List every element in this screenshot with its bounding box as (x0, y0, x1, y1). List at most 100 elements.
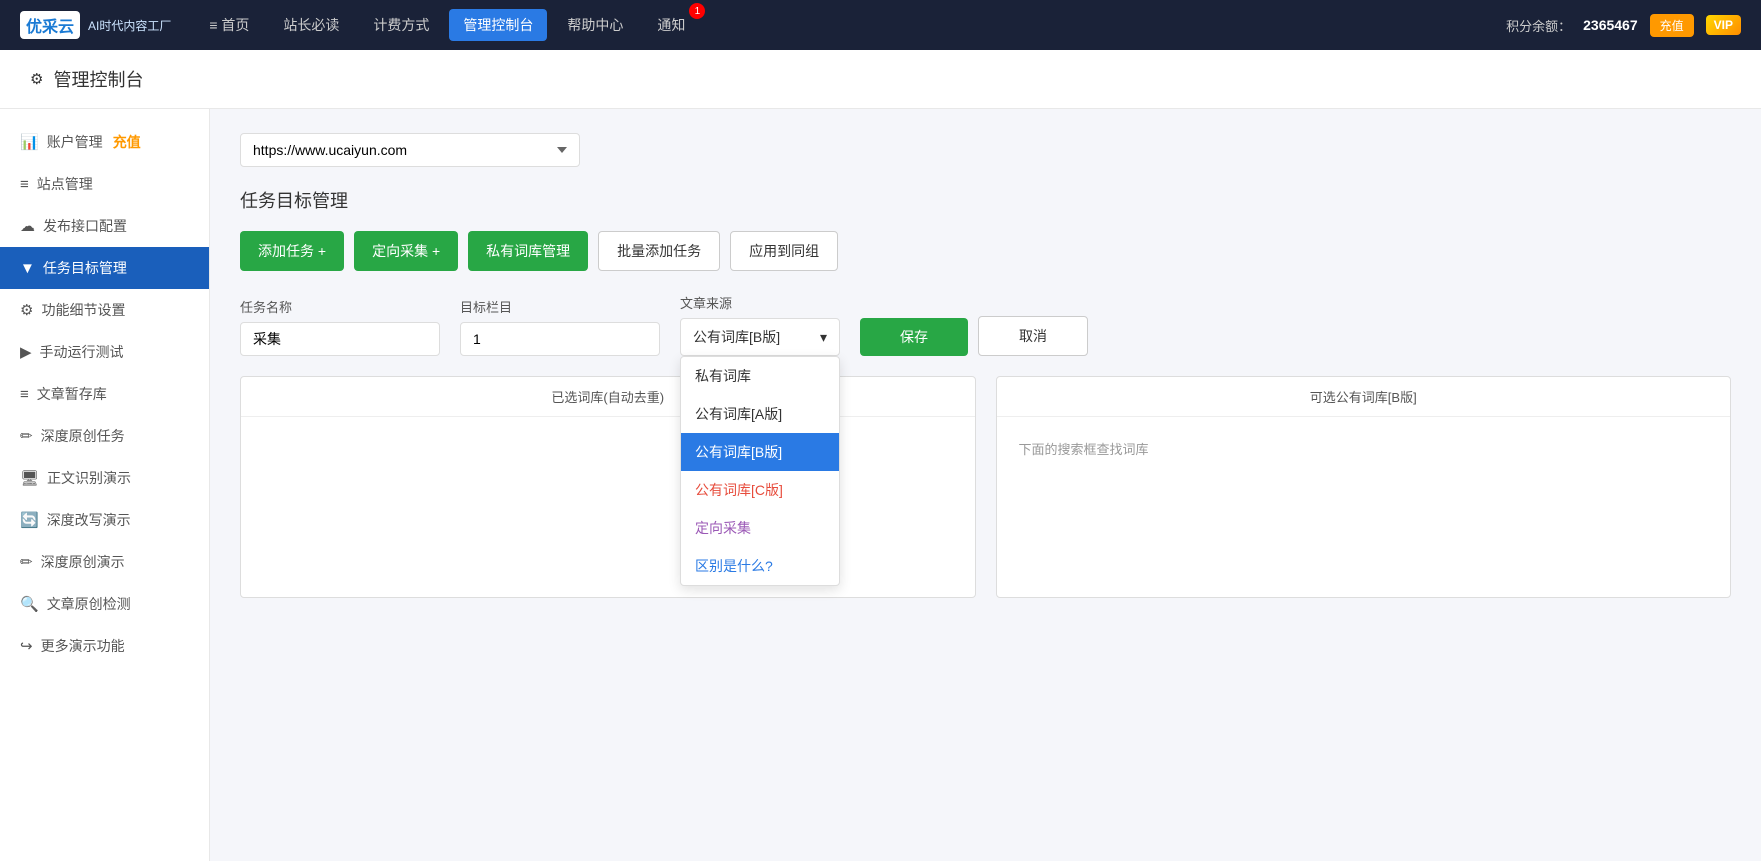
source-option-区别是什么?[interactable]: 区别是什么? (681, 547, 839, 585)
sidebar-item-2[interactable]: ☁ 发布接口配置 (0, 205, 209, 247)
sidebar-icon-1: ≡ (20, 176, 29, 193)
nav-right: 积分余额： 2365467 充值 VIP (1506, 14, 1741, 37)
settings-icon: ⚙ (30, 70, 43, 88)
sidebar-icon-6: ≡ (20, 386, 29, 403)
task-name-group: 任务名称 (240, 297, 440, 356)
sidebar-item-1[interactable]: ≡ 站点管理 (0, 163, 209, 205)
sidebar-item-3[interactable]: ▼ 任务目标管理 (0, 247, 209, 289)
nav-item-通知[interactable]: 通知1 (643, 9, 699, 41)
sidebar: 📊 账户管理充值 ≡ 站点管理 ☁ 发布接口配置 ▼ 任务目标管理 ⚙ 功能细节设置 ▶ 手动运行测试… (0, 109, 210, 861)
sidebar-label-7: 深度原创任务 (41, 426, 125, 446)
sidebar-item-9[interactable]: 🔄 深度改写演示 (0, 499, 209, 541)
task-name-input[interactable] (240, 322, 440, 356)
private-library-button[interactable]: 私有词库管理 (468, 231, 588, 271)
sidebar-icon-11: 🔍 (20, 595, 39, 613)
sidebar-icon-5: ▶ (20, 343, 32, 361)
sidebar-item-6[interactable]: ≡ 文章暂存库 (0, 373, 209, 415)
logo-icon: 优采云 (20, 11, 80, 39)
nav-item-管理控制台[interactable]: 管理控制台 (449, 9, 547, 41)
sidebar-label-9: 深度改写演示 (47, 510, 131, 530)
sidebar-label-0: 账户管理 (47, 132, 103, 152)
sidebar-item-7[interactable]: ✏ 深度原创任务 (0, 415, 209, 457)
site-select[interactable]: https://www.ucaiyun.com (240, 133, 580, 167)
action-bar: 添加任务 + 定向采集 + 私有词库管理 批量添加任务 应用到同组 (240, 231, 1731, 271)
save-cancel-group: 保存 取消 (860, 316, 1088, 356)
directed-collect-button[interactable]: 定向采集 + (354, 231, 458, 271)
top-recharge-button[interactable]: 充值 (1650, 14, 1694, 37)
logo: 优采云 AI时代内容工厂 (20, 11, 171, 39)
sidebar-item-12[interactable]: ↪ 更多演示功能 (0, 625, 209, 667)
sidebar-label-10: 深度原创演示 (41, 552, 125, 572)
nav-item-帮助中心[interactable]: 帮助中心 (553, 9, 637, 41)
task-name-label: 任务名称 (240, 297, 440, 316)
nav-item-计费方式[interactable]: 计费方式 (359, 9, 443, 41)
sidebar-label-4: 功能细节设置 (41, 300, 125, 320)
sidebar-icon-4: ⚙ (20, 301, 33, 319)
source-dropdown-arrow: ▾ (820, 329, 827, 346)
save-button[interactable]: 保存 (860, 318, 968, 356)
source-option-定向采集[interactable]: 定向采集 (681, 509, 839, 547)
apply-group-button[interactable]: 应用到同组 (730, 231, 838, 271)
points-label: 积分余额： (1506, 16, 1571, 35)
points-value: 2365467 (1583, 17, 1638, 33)
logo-subtitle: AI时代内容工厂 (88, 17, 171, 34)
page-title: 管理控制台 (53, 66, 143, 92)
source-dropdown: 私有词库公有词库[A版]公有词库[B版]公有词库[C版]定向采集区别是什么? (680, 356, 840, 586)
sidebar-icon-8: 🖥 (20, 469, 39, 487)
batch-add-button[interactable]: 批量添加任务 (598, 231, 720, 271)
available-wordpool-header: 可选公有词库[B版] (997, 377, 1731, 417)
source-option-私有词库[interactable]: 私有词库 (681, 357, 839, 395)
sidebar-label-8: 正文识别演示 (47, 468, 131, 488)
sidebar-item-4[interactable]: ⚙ 功能细节设置 (0, 289, 209, 331)
source-option-公有词库[A版][interactable]: 公有词库[A版] (681, 395, 839, 433)
source-option-公有词库[C版][interactable]: 公有词库[C版] (681, 471, 839, 509)
site-select-wrap: https://www.ucaiyun.com (240, 133, 1731, 167)
top-nav: 优采云 AI时代内容工厂 ≡ 首页站长必读计费方式管理控制台帮助中心通知1 积分… (0, 0, 1761, 50)
content-area: 📊 账户管理充值 ≡ 站点管理 ☁ 发布接口配置 ▼ 任务目标管理 ⚙ 功能细节设置 ▶ 手动运行测试… (0, 109, 1761, 861)
sidebar-label-12: 更多演示功能 (41, 636, 125, 656)
cancel-button[interactable]: 取消 (978, 316, 1088, 356)
sidebar-recharge-link[interactable]: 充值 (113, 132, 141, 152)
main-content: https://www.ucaiyun.com 任务目标管理 添加任务 + 定向… (210, 109, 1761, 861)
source-select-button[interactable]: 公有词库[B版] ▾ (680, 318, 840, 356)
add-task-button[interactable]: 添加任务 + (240, 231, 344, 271)
sidebar-item-11[interactable]: 🔍 文章原创检测 (0, 583, 209, 625)
sidebar-label-2: 发布接口配置 (43, 216, 127, 236)
sidebar-item-8[interactable]: 🖥 正文识别演示 (0, 457, 209, 499)
sidebar-item-5[interactable]: ▶ 手动运行测试 (0, 331, 209, 373)
source-option-公有词库[B版][interactable]: 公有词库[B版] (681, 433, 839, 471)
source-group: 文章来源 公有词库[B版] ▾ 私有词库公有词库[A版]公有词库[B版]公有词库… (680, 293, 840, 356)
available-wordpool-box: 可选公有词库[B版] 下面的搜索框查找词库 (996, 376, 1732, 598)
source-label: 文章来源 (680, 293, 840, 312)
sidebar-icon-10: ✏ (20, 553, 33, 571)
selected-wordpool-content (241, 417, 975, 597)
sidebar-label-5: 手动运行测试 (40, 342, 124, 362)
section-title: 任务目标管理 (240, 187, 1731, 213)
selected-wordpool-header: 已选词库(自动去重) (241, 377, 975, 417)
page-header: ⚙ 管理控制台 (0, 50, 1761, 109)
available-wordpool-content: 下面的搜索框查找词库 (997, 417, 1731, 597)
sidebar-label-1: 站点管理 (37, 174, 93, 194)
target-col-group: 目标栏目 (460, 297, 660, 356)
selected-wordpool-box: 已选词库(自动去重) (240, 376, 976, 598)
nav-item-站长必读[interactable]: 站长必读 (269, 9, 353, 41)
nav-item-≡首页[interactable]: ≡ 首页 (195, 9, 263, 41)
sidebar-icon-0: 📊 (20, 133, 39, 151)
nav-items: ≡ 首页站长必读计费方式管理控制台帮助中心通知1 (195, 9, 1506, 41)
page-wrap: ⚙ 管理控制台 📊 账户管理充值 ≡ 站点管理 ☁ 发布接口配置 ▼ 任务目标管理 ⚙ 功能细节设… (0, 50, 1761, 861)
vip-badge: VIP (1706, 15, 1741, 35)
sidebar-item-0[interactable]: 📊 账户管理充值 (0, 121, 209, 163)
target-col-input[interactable] (460, 322, 660, 356)
wordpool-hint: 下面的搜索框查找词库 (1009, 429, 1719, 468)
sidebar-icon-12: ↪ (20, 637, 33, 655)
sidebar-icon-7: ✏ (20, 427, 33, 445)
sidebar-label-3: 任务目标管理 (43, 258, 127, 278)
sidebar-icon-9: 🔄 (20, 511, 39, 529)
target-col-label: 目标栏目 (460, 297, 660, 316)
sidebar-icon-2: ☁ (20, 217, 35, 235)
sidebar-icon-3: ▼ (20, 260, 35, 277)
form-row: 任务名称 目标栏目 文章来源 公有词库[B版] ▾ (240, 293, 1731, 356)
sidebar-label-6: 文章暂存库 (37, 384, 107, 404)
sidebar-label-11: 文章原创检测 (47, 594, 131, 614)
sidebar-item-10[interactable]: ✏ 深度原创演示 (0, 541, 209, 583)
